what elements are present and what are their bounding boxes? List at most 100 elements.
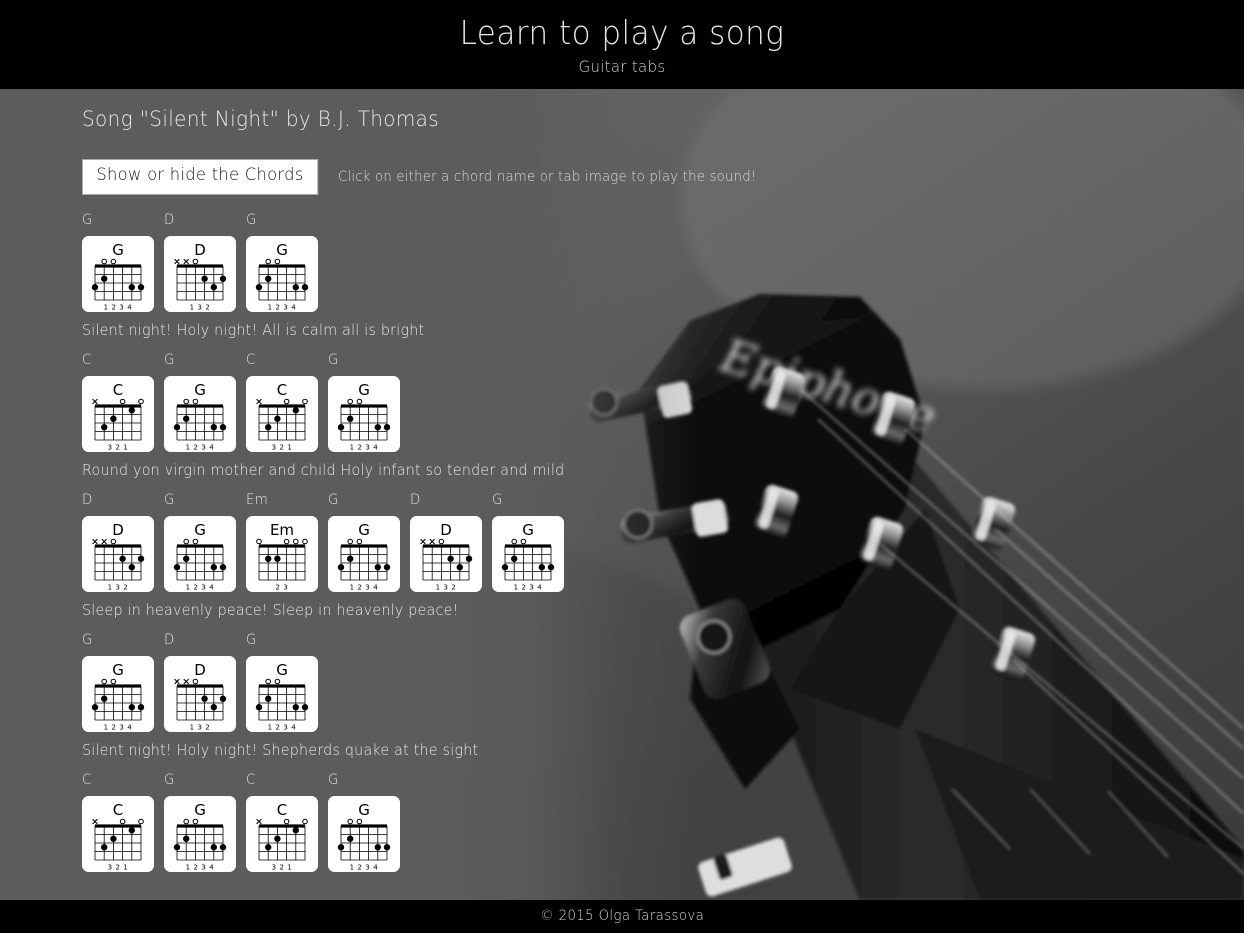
chord-diagram-row: C 3 2 1 G 1 2 3 4 C 3 2 1 G 1 2 3 4	[82, 375, 1244, 452]
chord-diagram-d[interactable]: D 1 3 2	[164, 235, 236, 312]
svg-text:1 2 3 4: 1 2 3 4	[350, 583, 379, 591]
verse: C G C G C 3 2 1 G 1 2 3 4 C 3 2 1 G 1 2 3 4	[82, 773, 1244, 872]
chord-diagram-g[interactable]: G 1 2 3 4	[328, 795, 400, 872]
chord-diagram-c[interactable]: C 3 2 1	[82, 375, 154, 452]
chord-name-g[interactable]: G	[246, 213, 257, 227]
chord-name-d[interactable]: D	[82, 493, 93, 507]
chord-name-g[interactable]: G	[492, 493, 503, 507]
svg-text:Em: Em	[270, 521, 294, 539]
svg-text:C: C	[113, 801, 123, 819]
svg-text:C: C	[277, 801, 287, 819]
chord-name-c[interactable]: C	[82, 353, 92, 367]
svg-text:G: G	[112, 661, 124, 679]
chord-diagram-g[interactable]: G 1 2 3 4	[328, 515, 400, 592]
svg-text:G: G	[276, 661, 288, 679]
svg-text:1 2 3 4: 1 2 3 4	[350, 863, 379, 871]
svg-text:D: D	[194, 241, 206, 259]
chord-diagram-d[interactable]: D 1 3 2	[164, 655, 236, 732]
svg-text:3 2 1: 3 2 1	[108, 863, 129, 871]
chord-name-d[interactable]: D	[164, 633, 175, 647]
svg-text:1 2 3 4: 1 2 3 4	[186, 583, 215, 591]
chord-diagram-c[interactable]: C 3 2 1	[246, 795, 318, 872]
svg-text:C: C	[113, 381, 123, 399]
svg-text:1 2 3 4: 1 2 3 4	[104, 723, 133, 731]
svg-text:D: D	[440, 521, 452, 539]
svg-text:1 2 3 4: 1 2 3 4	[350, 443, 379, 451]
svg-text:1 2 3 4: 1 2 3 4	[104, 303, 133, 311]
chord-name-row: CGCG	[82, 773, 1244, 793]
chord-name-d[interactable]: D	[410, 493, 421, 507]
svg-text:G: G	[194, 521, 206, 539]
svg-text:3 2 1: 3 2 1	[272, 443, 293, 451]
svg-text:G: G	[276, 241, 288, 259]
svg-text:1 3 2: 1 3 2	[190, 303, 211, 311]
chord-name-d[interactable]: D	[164, 213, 175, 227]
svg-text:G: G	[194, 801, 206, 819]
svg-text:G: G	[194, 381, 206, 399]
chord-name-g[interactable]: G	[246, 633, 257, 647]
lyric-line: Sleep in heavenly peace! Sleep in heaven…	[82, 600, 459, 619]
svg-text:1 3 2: 1 3 2	[108, 583, 129, 591]
svg-text:1 2 3 4: 1 2 3 4	[186, 863, 215, 871]
chord-diagram-g[interactable]: G 1 2 3 4	[246, 655, 318, 732]
chord-name-g[interactable]: G	[82, 633, 93, 647]
verse: G D G G 1 2 3 4 D 1 3 2 G 1 2 3 4 Silent night! H…	[82, 633, 1244, 759]
chord-name-g[interactable]: G	[164, 493, 175, 507]
chord-diagram-row: C 3 2 1 G 1 2 3 4 C 3 2 1 G 1 2 3 4	[82, 795, 1244, 872]
svg-text:1 2 3 4: 1 2 3 4	[186, 443, 215, 451]
svg-text:G: G	[112, 241, 124, 259]
svg-text:3 2 1: 3 2 1	[272, 863, 293, 871]
chord-name-g[interactable]: G	[328, 773, 339, 787]
chord-name-row: GDG	[82, 633, 1244, 653]
chord-diagram-g[interactable]: G 1 2 3 4	[82, 235, 154, 312]
svg-text:G: G	[358, 381, 370, 399]
chord-name-g[interactable]: G	[164, 353, 175, 367]
svg-text:D: D	[112, 521, 124, 539]
page-subtitle: Guitar tabs	[578, 57, 666, 77]
site-header: Learn to play a song Guitar tabs	[0, 0, 1244, 89]
chord-name-g[interactable]: G	[328, 493, 339, 507]
content-area: Song "Silent Night" by B.J. Thomas Show …	[0, 89, 1244, 900]
svg-text:3 2 1: 3 2 1	[108, 443, 129, 451]
chord-diagram-g[interactable]: G 1 2 3 4	[82, 655, 154, 732]
chord-diagram-g[interactable]: G 1 2 3 4	[164, 375, 236, 452]
chord-name-g[interactable]: G	[82, 213, 93, 227]
chord-diagram-row: G 1 2 3 4 D 1 3 2 G 1 2 3 4	[82, 235, 1244, 312]
verse: G D G G 1 2 3 4 D 1 3 2 G 1 2 3 4 Silent night! H…	[82, 213, 1244, 339]
chord-diagram-g[interactable]: G 1 2 3 4	[492, 515, 564, 592]
chord-name-row: CGCG	[82, 353, 1244, 373]
chord-diagram-c[interactable]: C 3 2 1	[246, 375, 318, 452]
lyric-line: Silent night! Holy night! Shepherds quak…	[82, 740, 479, 759]
chord-name-row: GDG	[82, 213, 1244, 233]
chord-name-c[interactable]: C	[246, 353, 256, 367]
verse: C G C G C 3 2 1 G 1 2 3 4 C 3 2 1 G 1 2 3 4 Round yo…	[82, 353, 1244, 479]
chord-diagram-em[interactable]: Em 2 3	[246, 515, 318, 592]
chord-diagram-g[interactable]: G 1 2 3 4	[164, 515, 236, 592]
svg-text:D: D	[194, 661, 206, 679]
verse: D G Em G D G D 1 3 2 G 1 2 3 4 Em 2 3 G 1 2 3 4 D 1 3 2…	[82, 493, 1244, 619]
svg-text:1 3 2: 1 3 2	[436, 583, 457, 591]
chord-diagram-g[interactable]: G 1 2 3 4	[328, 375, 400, 452]
play-sound-hint: Click on either a chord name or tab imag…	[337, 168, 757, 185]
chord-diagram-row: G 1 2 3 4 D 1 3 2 G 1 2 3 4	[82, 655, 1244, 732]
chord-name-em[interactable]: Em	[246, 493, 268, 507]
site-footer: © 2015 Olga Tarassova	[0, 900, 1244, 933]
svg-text:2 3: 2 3	[276, 583, 289, 591]
chord-diagram-g[interactable]: G 1 2 3 4	[246, 235, 318, 312]
chord-diagram-c[interactable]: C 3 2 1	[82, 795, 154, 872]
chord-name-c[interactable]: C	[82, 773, 92, 787]
chord-name-g[interactable]: G	[328, 353, 339, 367]
chord-diagram-g[interactable]: G 1 2 3 4	[164, 795, 236, 872]
page-root: Learn to play a song Guitar tabs Epiphon…	[0, 0, 1244, 933]
lyric-line: Round yon virgin mother and child Holy i…	[82, 460, 565, 479]
svg-text:G: G	[522, 521, 534, 539]
controls-row: Show or hide the Chords Click on either …	[82, 159, 1244, 195]
verse-list: G D G G 1 2 3 4 D 1 3 2 G 1 2 3 4 Silent night! H…	[82, 213, 1244, 872]
chord-diagram-d[interactable]: D 1 3 2	[82, 515, 154, 592]
svg-text:1 3 2: 1 3 2	[190, 723, 211, 731]
copyright-text: © 2015 Olga Tarassova	[540, 908, 704, 924]
chord-diagram-d[interactable]: D 1 3 2	[410, 515, 482, 592]
chord-name-c[interactable]: C	[246, 773, 256, 787]
show-hide-chords-button[interactable]: Show or hide the Chords	[82, 159, 318, 195]
chord-name-g[interactable]: G	[164, 773, 175, 787]
